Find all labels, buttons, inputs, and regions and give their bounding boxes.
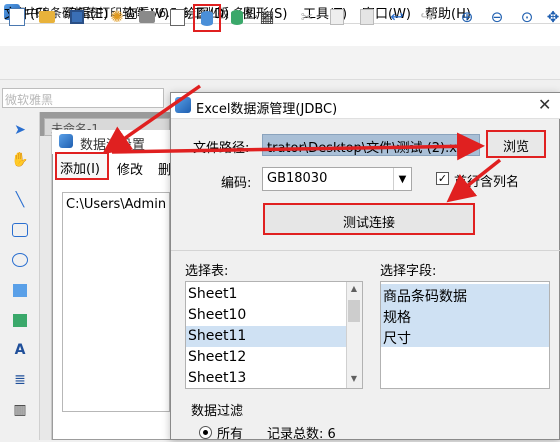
open-icon[interactable]: [36, 6, 58, 28]
tables-label: 选择表:: [185, 264, 229, 279]
browse-button[interactable]: 浏览: [486, 130, 546, 158]
test-connection-button[interactable]: 测试连接: [263, 203, 475, 235]
save-icon[interactable]: [66, 6, 88, 28]
database-plus-icon[interactable]: [226, 6, 248, 28]
barcode-tool-icon[interactable]: ▥: [10, 400, 30, 420]
picture-tool-icon[interactable]: [10, 310, 30, 330]
table-item-selected[interactable]: Sheet11: [186, 326, 346, 347]
table-item[interactable]: Sheet12: [186, 347, 346, 368]
table-item[interactable]: Sheet1: [186, 284, 346, 305]
table-item[interactable]: Sheet10: [186, 305, 346, 326]
filter-all-label: 所有: [217, 427, 244, 442]
zoom-in-icon[interactable]: ⊕: [456, 6, 478, 28]
scroll-down-icon[interactable]: ▼: [346, 374, 362, 388]
rectangle-tool-icon[interactable]: [10, 220, 30, 240]
redo-icon[interactable]: ↪: [416, 6, 438, 28]
image-tool-icon[interactable]: [10, 280, 30, 300]
rich-text-tool-icon[interactable]: ≣: [10, 370, 30, 390]
data-source-dialog-icon: [59, 134, 73, 148]
settings-icon[interactable]: ✺: [106, 6, 128, 28]
first-row-header-checkbox[interactable]: ✓: [436, 172, 449, 185]
vertical-ruler: [40, 136, 52, 440]
zoom-out-icon[interactable]: ⊖: [486, 6, 508, 28]
fields-label: 选择字段:: [380, 264, 437, 279]
field-item[interactable]: 规格: [381, 305, 549, 326]
encoding-label: 编码:: [221, 176, 252, 191]
data-filter-label: 数据过滤: [191, 404, 244, 419]
zoom-fit-icon[interactable]: ⊙: [516, 6, 538, 28]
scroll-up-icon[interactable]: ▲: [346, 284, 362, 298]
file-path-field[interactable]: trator\Desktop\文件\测试 (2).xls: [262, 134, 480, 156]
new-icon[interactable]: [6, 6, 28, 28]
radio-selected-dot: [203, 430, 208, 435]
edit-data-source-button[interactable]: 修改: [117, 159, 143, 178]
excel-dialog-title: Excel数据源管理(JDBC): [196, 102, 338, 117]
print-icon[interactable]: [136, 6, 158, 28]
pan-tool-icon[interactable]: ✋: [10, 150, 30, 170]
first-row-header-label: 首行含列名: [454, 175, 520, 190]
close-icon[interactable]: ✕: [538, 95, 551, 114]
add-data-source-button[interactable]: 添加(I): [55, 152, 109, 180]
pointer-tool-icon[interactable]: ➤: [10, 120, 30, 140]
scrollbar-thumb[interactable]: [348, 300, 360, 322]
ellipse-tool-icon[interactable]: [10, 250, 30, 270]
table-item[interactable]: Sheet13: [186, 368, 346, 389]
field-item[interactable]: 尺寸: [381, 326, 549, 347]
font-selector[interactable]: 微软雅黑: [2, 88, 164, 108]
text-tool-icon[interactable]: A: [10, 340, 30, 360]
data-source-list[interactable]: [62, 192, 170, 412]
data-source-path[interactable]: C:\Users\Admin: [66, 197, 166, 212]
divider: [171, 250, 560, 251]
chevron-down-icon[interactable]: ▼: [393, 168, 411, 190]
line-tool-icon[interactable]: ╲: [10, 190, 30, 210]
cut-icon[interactable]: ✂: [296, 6, 318, 28]
copy-icon[interactable]: [326, 6, 348, 28]
field-item[interactable]: 商品条码数据: [381, 284, 549, 305]
toolbar: [0, 46, 560, 80]
paste-icon[interactable]: [356, 6, 378, 28]
undo-icon[interactable]: ↩: [386, 6, 408, 28]
record-total: 记录总数: 6: [267, 423, 336, 442]
excel-dialog-icon: [175, 97, 191, 113]
encoding-select[interactable]: GB18030: [262, 167, 412, 191]
print-preview-icon[interactable]: [166, 6, 188, 28]
fullscreen-icon[interactable]: ✥: [542, 6, 560, 28]
database-icon[interactable]: [193, 4, 221, 32]
grid-icon[interactable]: ▦: [256, 6, 278, 28]
data-source-dialog-title: 数据源设置: [80, 138, 146, 153]
file-path-label: 文件路径:: [193, 141, 250, 156]
